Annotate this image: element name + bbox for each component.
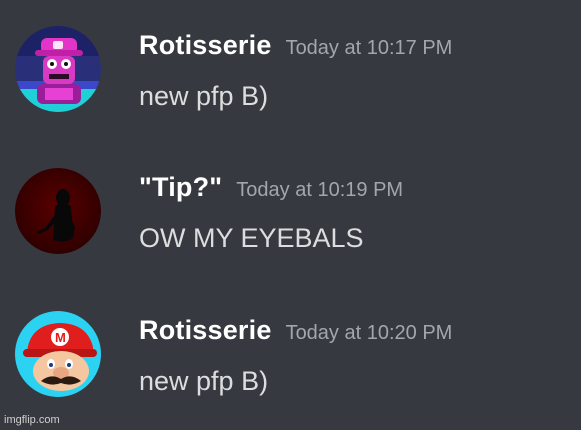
waluigi-avatar-icon [15, 26, 101, 112]
timestamp: Today at 10:20 PM [285, 322, 453, 344]
user-avatar[interactable] [15, 26, 101, 112]
username[interactable]: Rotisserie [139, 315, 272, 345]
mario-avatar-icon: M [15, 311, 101, 397]
user-avatar[interactable] [15, 168, 101, 254]
chat-message: M Rotisserie Today at 10:20 PM new pfp B) [0, 311, 581, 411]
timestamp: Today at 10:17 PM [285, 37, 453, 59]
message-text: new pfp B) [139, 366, 269, 396]
chat-message: Rotisserie Today at 10:17 PM new pfp B) [0, 26, 581, 126]
shadow-figure-avatar-icon [15, 168, 101, 254]
username[interactable]: "Tip?" [139, 172, 222, 202]
svg-text:M: M [55, 330, 66, 345]
chat-message: "Tip?" Today at 10:19 PM OW MY EYEBALS [0, 168, 581, 268]
imgflip-watermark: imgflip.com [4, 414, 60, 426]
username[interactable]: Rotisserie [139, 30, 272, 60]
user-avatar[interactable]: M [15, 311, 101, 397]
message-header: "Tip?" Today at 10:19 PM [139, 172, 403, 203]
message-header: Rotisserie Today at 10:17 PM [139, 30, 452, 61]
message-text: OW MY EYEBALS [139, 223, 364, 253]
chat-log: Rotisserie Today at 10:17 PM new pfp B) [0, 0, 581, 430]
timestamp: Today at 10:19 PM [236, 179, 404, 201]
message-header: Rotisserie Today at 10:20 PM [139, 315, 452, 346]
message-text: new pfp B) [139, 81, 269, 111]
